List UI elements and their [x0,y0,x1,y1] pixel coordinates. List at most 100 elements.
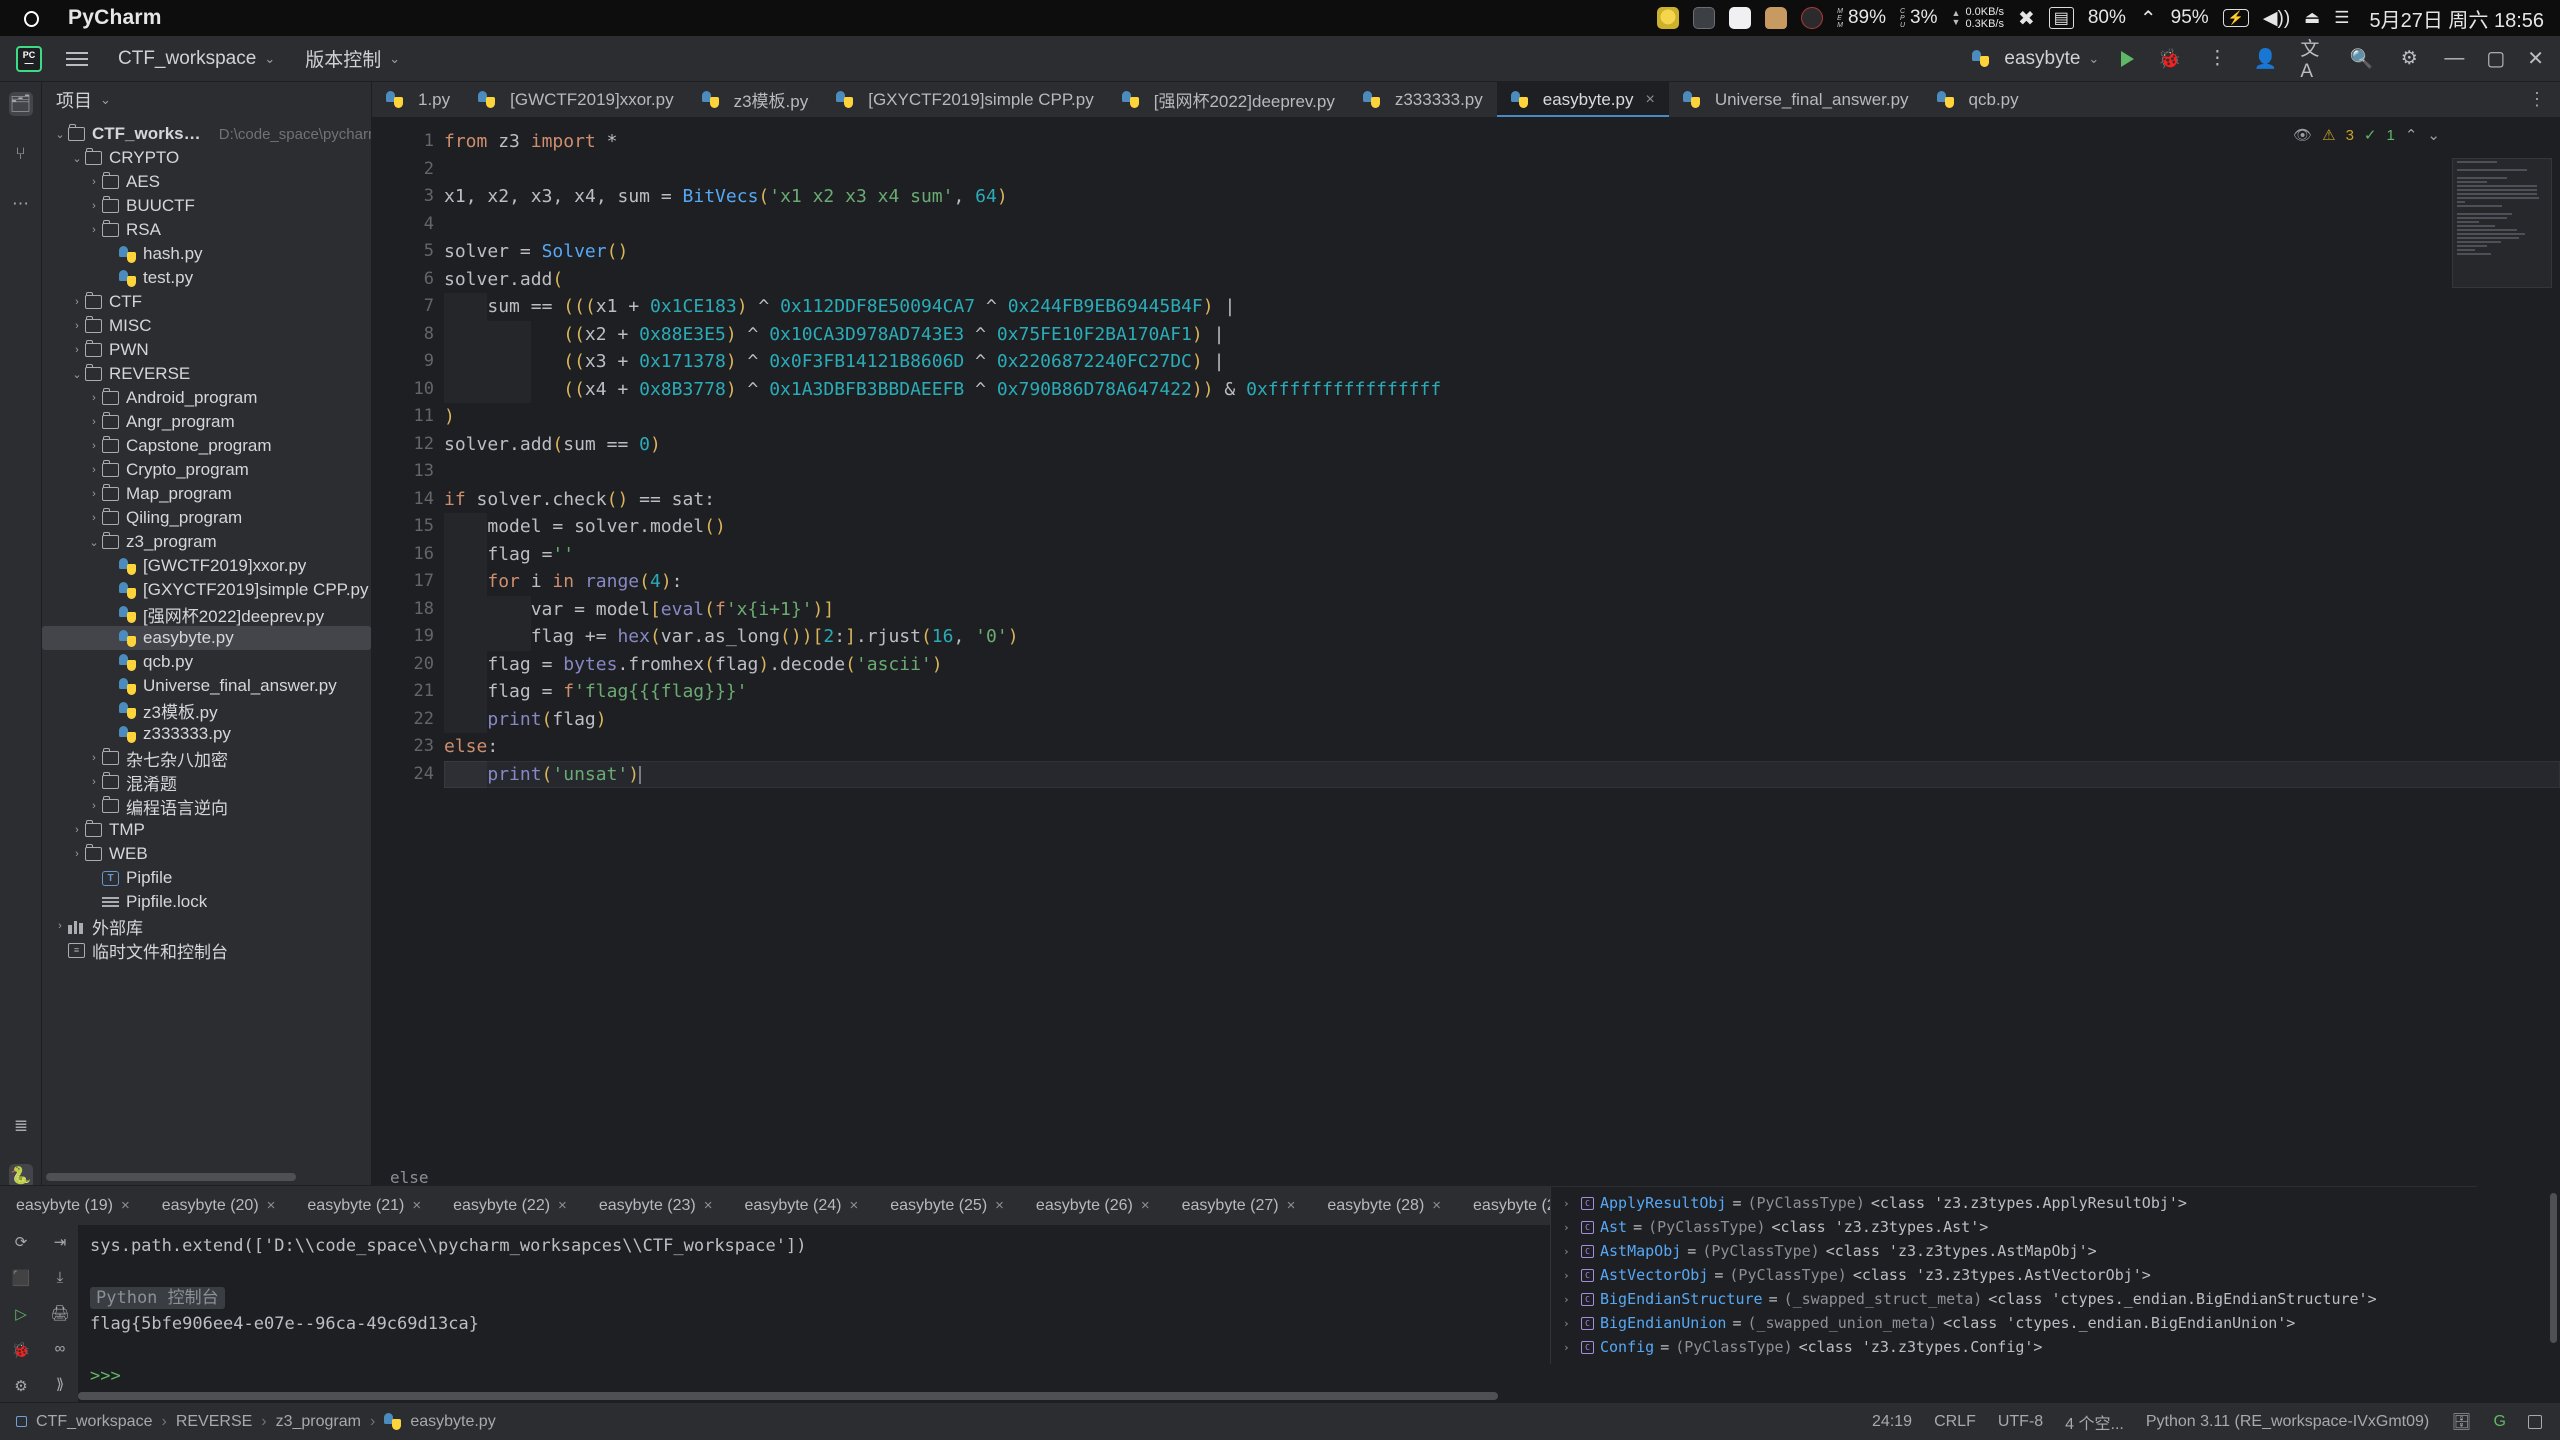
chevron-right-icon[interactable]: › [86,512,102,524]
code-line[interactable]: for i in range(4): [444,568,2560,596]
code-line[interactable]: x1, x2, x3, x4, sum = BitVecs('x1 x2 x3 … [444,183,2560,211]
volume-icon[interactable]: ◀)) [2263,7,2290,30]
chevron-right-icon[interactable]: › [69,344,85,356]
hamburger-menu-icon[interactable] [66,51,88,66]
tree-node[interactable]: z333333.py [42,722,371,746]
tree-node[interactable]: › AES [42,170,371,194]
lock-icon[interactable] [2528,1414,2542,1429]
translate-button[interactable]: 文A [2300,39,2326,82]
tree-node[interactable]: T Pipfile [42,866,371,890]
tree-node[interactable]: › 编程语言逆向 [42,794,371,818]
variable-row[interactable]: ›CConstructor=(PyClassType)<class 'z3.z3… [1551,1359,2560,1364]
tree-node[interactable]: › Angr_program [42,410,371,434]
next-problem-icon[interactable]: ⌄ [2427,126,2440,144]
chevron-right-icon[interactable]: › [86,488,102,500]
console-prompt[interactable]: >>> [90,1366,121,1386]
code-line[interactable]: ((x3 + 0x171378) ^ 0x0F3FB14121B8606D ^ … [444,348,2560,376]
code-line[interactable]: else: [444,733,2560,761]
rerun-icon[interactable]: ⟳ [10,1233,32,1251]
line-separator[interactable]: CRLF [1934,1413,1976,1431]
code-line[interactable]: flag ='' [444,541,2560,569]
close-console-tab-icon[interactable]: × [1141,1197,1150,1214]
editor-tab[interactable]: z333333.py [1349,82,1497,117]
tree-node[interactable]: › MISC [42,314,371,338]
tree-node[interactable]: ⌄ CTF_workspace D:\code_space\pycharm_ [42,122,371,146]
chevron-down-icon[interactable]: ⌄ [86,536,102,549]
tree-node[interactable]: › Qiling_program [42,506,371,530]
code-line[interactable]: if solver.check() == sat: [444,486,2560,514]
console-tab[interactable]: easybyte (21) × [291,1186,437,1225]
variable-row[interactable]: › C Ast = (PyClassType) <class 'z3.z3types.As… [1551,1215,2560,1239]
console-tab[interactable]: easybyte (26) × [1020,1186,1166,1225]
battery-icon[interactable]: ⚡ [2222,9,2249,27]
code-line[interactable]: flag += hex(var.as_long())[2:].rjust(16,… [444,623,2560,651]
tree-node[interactable]: › 外部库 [42,914,371,938]
soft-wrap-icon[interactable]: ⇥ [49,1233,71,1251]
settings-icon[interactable]: ⚙ [10,1377,32,1395]
tree-node[interactable]: › Capstone_program [42,434,371,458]
code-line[interactable]: flag = bytes.fromhex(flag).decode('ascii… [444,651,2560,679]
code-line[interactable] [444,458,2560,486]
console-tab[interactable]: easybyte (27) × [1166,1186,1312,1225]
tree-node[interactable]: Pipfile.lock [42,890,371,914]
tree-node[interactable]: › CTF [42,290,371,314]
editor-tab-bar[interactable]: 1.py [GWCTF2019]xxor.py z3模板.py [GXYCTF2019… [372,82,2560,118]
console-tab[interactable]: easybyte (24) × [729,1186,875,1225]
code-line[interactable]: ((x2 + 0x88E3E5) ^ 0x10CA3D978AD743E3 ^ … [444,321,2560,349]
chevron-right-icon[interactable]: › [86,752,102,764]
tree-node[interactable]: ⌄ REVERSE [42,362,371,386]
vcs-widget[interactable]: 版本控制 ⌄ [305,45,400,72]
breadcrumb-item[interactable]: REVERSE [176,1413,252,1431]
run-icon[interactable]: ▷ [10,1305,32,1323]
tree-node[interactable]: z3模板.py [42,698,371,722]
code-line[interactable]: model = solver.model() [444,513,2560,541]
debug-button[interactable]: 🐞 [2156,46,2182,72]
close-tab-icon[interactable]: × [1645,91,1654,109]
console-variables-panel[interactable]: › C ApplyResultObj = (PyClassType) <class 'z3… [1550,1187,2560,1364]
chevron-right-icon[interactable]: › [86,800,102,812]
code-line[interactable]: var = model[eval(f'x{i+1}')] [444,596,2560,624]
chevron-right-icon[interactable]: › [1563,1245,1575,1258]
variable-row[interactable]: › C ApplyResultObj = (PyClassType) <class 'z3… [1551,1191,2560,1215]
maximize-button[interactable]: ▢ [2486,46,2505,71]
prev-problem-icon[interactable]: ⌃ [2405,126,2418,144]
editor-tab[interactable]: easybyte.py × [1496,82,1669,117]
close-console-tab-icon[interactable]: × [1432,1197,1441,1214]
project-tree-hscrollbar[interactable] [42,1173,371,1181]
tree-node[interactable]: › BUUCTF [42,194,371,218]
chevron-right-icon[interactable]: › [52,920,68,932]
chevron-right-icon[interactable]: › [69,848,85,860]
code-line[interactable]: solver.add( [444,266,2560,294]
cpu-indicator[interactable]: CPU 3% [1900,7,1938,29]
structure-icon[interactable]: ≣ [9,1114,33,1138]
editor-tab[interactable]: z3模板.py [688,82,823,117]
warning-triangle-icon[interactable]: ⚠ [2322,126,2335,144]
settings-button[interactable]: ⚙ [2396,46,2422,72]
console-hscrollbar[interactable] [78,1392,1498,1400]
tree-node[interactable]: › Crypto_program [42,458,371,482]
chevron-down-icon[interactable]: ⌄ [69,368,85,381]
more-tabs-icon[interactable]: ⋮ [2528,89,2546,110]
chevron-right-icon[interactable]: › [86,176,102,188]
code-line[interactable]: ((x4 + 0x8B3778) ^ 0x1A3DBFB3BBDAEEFB ^ … [444,376,2560,404]
chevron-right-icon[interactable]: › [1563,1221,1575,1234]
tree-node[interactable]: [强网杯2022]deeprev.py [42,602,371,626]
database-icon[interactable]: 🗄 [2451,1412,2471,1432]
breadcrumb[interactable]: CTF_workspace › REVERSE › z3_program › easybyt… [0,1413,496,1431]
show-variables-icon[interactable]: ∞ [49,1340,71,1357]
console-tab[interactable]: easybyte (28) × [1311,1186,1457,1225]
breadcrumb-item[interactable]: easybyte.py [410,1413,495,1431]
chevron-right-icon[interactable]: › [86,776,102,788]
variable-row[interactable]: › C BigEndianUnion = (_swapped_union_meta) <c… [1551,1311,2560,1335]
editor-tab[interactable]: [GXYCTF2019]simple CPP.py [822,82,1108,117]
check-icon[interactable]: ✓ [2364,126,2377,144]
chevron-right-icon[interactable]: › [86,416,102,428]
close-console-tab-icon[interactable]: × [412,1197,421,1214]
editor-tab[interactable]: Universe_final_answer.py [1669,82,1923,117]
macos-clock[interactable]: 5月27日 周六 18:56 [2369,4,2544,33]
code-line[interactable]: flag = f'flag{{{flag}}}' [444,678,2560,706]
variables-vscrollbar[interactable] [2550,1193,2557,1343]
close-console-tab-icon[interactable]: × [1287,1197,1296,1214]
console-tab[interactable]: easybyte (25) × [874,1186,1020,1225]
grammar-icon[interactable]: G [2494,1413,2506,1431]
